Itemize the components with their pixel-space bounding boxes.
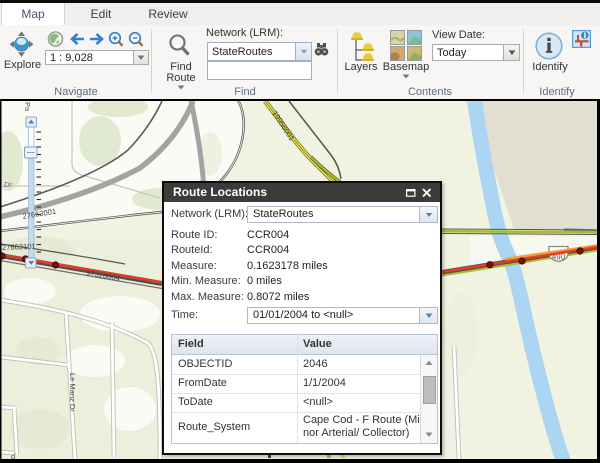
svg-text:Pa: Pa (23, 102, 32, 112)
svg-text:27663101: 27663101 (2, 242, 36, 252)
svg-text:Dr: Dr (4, 180, 12, 189)
svg-text:Le Manz Dr: Le Manz Dr (68, 373, 77, 412)
